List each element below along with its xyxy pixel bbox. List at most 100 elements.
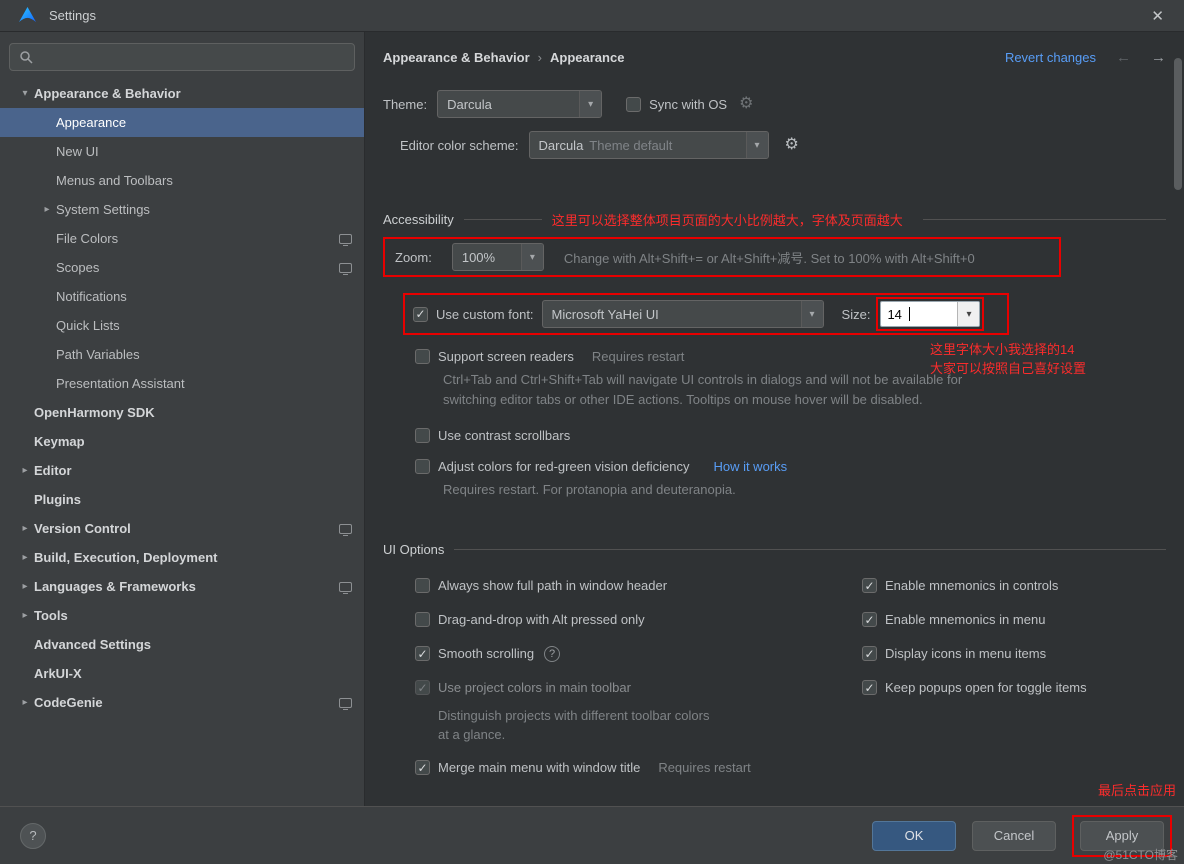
sync-with-os-checkbox[interactable]: Sync with OS bbox=[626, 97, 727, 112]
watermark: @51CTO博客 bbox=[1103, 846, 1178, 863]
checkbox-checked-icon bbox=[415, 680, 430, 695]
theme-row: Theme: Darcula ▾ Sync with OS ⚙ bbox=[383, 90, 1166, 118]
sidebar-item-notifications[interactable]: Notifications bbox=[0, 282, 364, 311]
sidebar-item-system-settings[interactable]: ▸System Settings bbox=[0, 195, 364, 224]
chevron-right-icon[interactable]: ▸ bbox=[16, 465, 34, 476]
sidebar-item-advanced-settings[interactable]: Advanced Settings bbox=[0, 630, 364, 659]
sidebar-item-keymap[interactable]: Keymap bbox=[0, 427, 364, 456]
sidebar-item-languages-frameworks[interactable]: ▸Languages & Frameworks bbox=[0, 572, 364, 601]
use-contrast-scrollbars-checkbox[interactable]: Use contrast scrollbars bbox=[415, 428, 1166, 443]
font-size-value[interactable]: 14 bbox=[881, 307, 957, 322]
zoom-label: Zoom: bbox=[395, 250, 432, 265]
sidebar-item-plugins[interactable]: Plugins bbox=[0, 485, 364, 514]
chevron-right-icon[interactable]: ▸ bbox=[16, 581, 34, 592]
custom-font-select[interactable]: Microsoft YaHei UI ▾ bbox=[542, 300, 824, 328]
sidebar-item-build-execution-deployment[interactable]: ▸Build, Execution, Deployment bbox=[0, 543, 364, 572]
sidebar-item-label: Languages & Frameworks bbox=[34, 579, 196, 594]
help-button[interactable]: ? bbox=[20, 823, 46, 849]
sidebar-item-scopes[interactable]: Scopes bbox=[0, 253, 364, 282]
revert-changes-link[interactable]: Revert changes bbox=[1005, 50, 1096, 65]
checkbox-keep-popups-open-for-toggle-items[interactable]: Keep popups open for toggle items bbox=[862, 677, 1166, 698]
sidebar-item-appearance-behavior[interactable]: ▾Appearance & Behavior bbox=[0, 79, 364, 108]
checkbox-checked-icon bbox=[862, 646, 877, 661]
checkbox-use-project-colors-in-main-toolbar[interactable]: Use project colors in main toolbar bbox=[415, 677, 862, 698]
sidebar-item-version-control[interactable]: ▸Version Control bbox=[0, 514, 364, 543]
checkbox-display-icons-in-menu-items[interactable]: Display icons in menu items bbox=[862, 643, 1166, 664]
monitor-icon bbox=[339, 263, 352, 273]
sidebar-item-editor[interactable]: ▸Editor bbox=[0, 456, 364, 485]
sidebar-item-openharmony-sdk[interactable]: OpenHarmony SDK bbox=[0, 398, 364, 427]
checkbox-label: Drag-and-drop with Alt pressed only bbox=[438, 612, 645, 627]
checkbox-label: Smooth scrolling bbox=[438, 646, 534, 661]
chevron-right-icon[interactable]: ▸ bbox=[16, 697, 34, 708]
chevron-right-icon[interactable]: ▸ bbox=[38, 204, 56, 215]
settings-content: Appearance & Behavior › Appearance Rever… bbox=[365, 32, 1184, 806]
scheme-select[interactable]: Darcula Theme default ▾ bbox=[529, 131, 769, 159]
sidebar-item-label: Path Variables bbox=[56, 347, 140, 362]
checkbox-unchecked-icon bbox=[415, 428, 430, 443]
sidebar-item-tools[interactable]: ▸Tools bbox=[0, 601, 364, 630]
checkbox-label: Keep popups open for toggle items bbox=[885, 680, 1087, 695]
checkbox-unchecked-icon bbox=[626, 97, 641, 112]
checkbox-label: Merge main menu with window title bbox=[438, 760, 640, 775]
theme-label: Theme: bbox=[383, 97, 427, 112]
chevron-right-icon[interactable]: ▸ bbox=[16, 523, 34, 534]
scrollbar-thumb[interactable] bbox=[1174, 58, 1182, 190]
checkbox-smooth-scrolling[interactable]: Smooth scrolling? bbox=[415, 643, 862, 664]
monitor-icon bbox=[339, 698, 352, 708]
zoom-hint: Change with Alt+Shift+= or Alt+Shift+减号.… bbox=[564, 248, 975, 267]
sidebar-item-new-ui[interactable]: New UI bbox=[0, 137, 364, 166]
sidebar-item-label: Appearance bbox=[56, 115, 126, 130]
adjust-colors-red-green-checkbox[interactable]: Adjust colors for red-green vision defic… bbox=[415, 459, 1166, 474]
checkbox-enable-mnemonics-in-menu[interactable]: Enable mnemonics in menu bbox=[862, 609, 1166, 630]
sidebar-item-presentation-assistant[interactable]: Presentation Assistant bbox=[0, 369, 364, 398]
help-icon[interactable]: ? bbox=[544, 646, 560, 662]
sidebar-item-label: New UI bbox=[56, 144, 99, 159]
checkbox-unchecked-icon bbox=[415, 349, 430, 364]
sidebar-item-label: Editor bbox=[34, 463, 72, 478]
requires-restart-hint: Requires restart bbox=[658, 760, 750, 775]
chevron-down-icon[interactable]: ▾ bbox=[16, 88, 34, 99]
sidebar-item-quick-lists[interactable]: Quick Lists bbox=[0, 311, 364, 340]
theme-select[interactable]: Darcula ▾ bbox=[437, 90, 602, 118]
ui-options-left: Always show full path in window header Dr… bbox=[415, 575, 862, 791]
sidebar-item-label: Tools bbox=[34, 608, 68, 623]
how-it-works-link[interactable]: How it works bbox=[713, 459, 787, 474]
checkbox-unchecked-icon bbox=[415, 459, 430, 474]
checkbox-drag-and-drop-with-alt-pressed-only[interactable]: Drag-and-drop with Alt pressed only bbox=[415, 609, 862, 630]
sidebar-item-file-colors[interactable]: File Colors bbox=[0, 224, 364, 253]
sidebar-item-appearance[interactable]: Appearance bbox=[0, 108, 364, 137]
use-custom-font-checkbox[interactable]: Use custom font: bbox=[413, 307, 534, 322]
chevron-right-icon[interactable]: ▸ bbox=[16, 610, 34, 621]
zoom-annotation-box: Zoom: 100% ▾ Change with Alt+Shift+= or … bbox=[383, 237, 1061, 277]
breadcrumb-parent[interactable]: Appearance & Behavior bbox=[383, 50, 530, 65]
search-input[interactable] bbox=[9, 43, 355, 71]
ui-options-right: Enable mnemonics in controls Enable mnemo… bbox=[862, 575, 1166, 791]
accessibility-section-header: Accessibility 这里可以选择整体项目页面的大小比例越大，字体及页面越… bbox=[383, 210, 1166, 229]
sidebar-item-codegenie[interactable]: ▸CodeGenie bbox=[0, 688, 364, 717]
font-size-annotation: 这里字体大小我选择的14 大家可以按照自己喜好设置 bbox=[930, 340, 1086, 378]
checkbox-merge-main-menu-with-window-title[interactable]: Merge main menu with window title Require… bbox=[415, 757, 862, 778]
back-arrow-icon[interactable]: ← bbox=[1116, 49, 1131, 66]
close-icon[interactable]: ✕ bbox=[1143, 5, 1172, 27]
checkbox-always-show-full-path-in-window-header[interactable]: Always show full path in window header bbox=[415, 575, 862, 596]
apply-annotation: 最后点击应用 bbox=[1098, 780, 1176, 799]
sidebar-item-label: Menus and Toolbars bbox=[56, 173, 173, 188]
checkbox-label: Enable mnemonics in menu bbox=[885, 612, 1045, 627]
monitor-icon bbox=[339, 524, 352, 534]
ok-button[interactable]: OK bbox=[872, 821, 956, 851]
sidebar-item-menus-and-toolbars[interactable]: Menus and Toolbars bbox=[0, 166, 364, 195]
zoom-select[interactable]: 100% ▾ bbox=[452, 243, 544, 271]
forward-arrow-icon[interactable]: → bbox=[1151, 49, 1166, 66]
font-size-input[interactable]: 14 ▾ bbox=[880, 301, 980, 327]
cancel-button[interactable]: Cancel bbox=[972, 821, 1056, 851]
sidebar-item-label: System Settings bbox=[56, 202, 150, 217]
sidebar-item-label: Quick Lists bbox=[56, 318, 120, 333]
sidebar-item-path-variables[interactable]: Path Variables bbox=[0, 340, 364, 369]
chevron-right-icon[interactable]: ▸ bbox=[16, 552, 34, 563]
checkbox-enable-mnemonics-in-controls[interactable]: Enable mnemonics in controls bbox=[862, 575, 1166, 596]
scheme-gear-icon[interactable]: ⚙ bbox=[785, 137, 799, 153]
sidebar-item-arkui-x[interactable]: ArkUI-X bbox=[0, 659, 364, 688]
chevron-down-icon[interactable]: ▾ bbox=[957, 302, 979, 326]
chevron-down-icon: ▾ bbox=[746, 132, 768, 158]
